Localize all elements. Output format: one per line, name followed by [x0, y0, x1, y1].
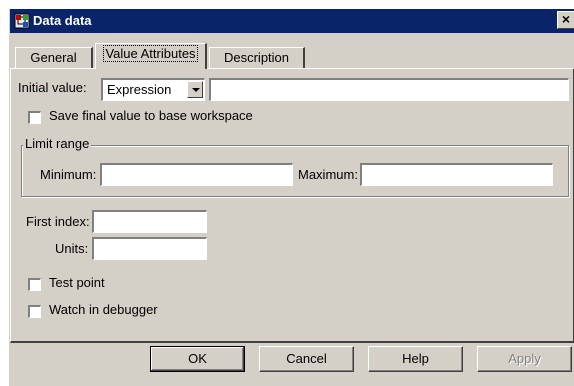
- minimum-label: Minimum:: [40, 167, 97, 182]
- ok-button[interactable]: OK: [150, 346, 245, 372]
- units-input[interactable]: [92, 237, 207, 260]
- initial-value-label: Initial value:: [18, 80, 87, 95]
- test-point-checkbox[interactable]: [28, 278, 41, 291]
- simulink-block-icon: [14, 13, 30, 29]
- initial-value-mode-select[interactable]: Expression: [101, 78, 205, 101]
- limit-range-title: Limit range: [23, 136, 92, 151]
- apply-button[interactable]: Apply: [477, 346, 572, 372]
- watch-debugger-checkbox[interactable]: [28, 305, 41, 318]
- maximum-label: Maximum:: [298, 167, 358, 182]
- tab-label: General: [30, 50, 77, 65]
- tab-description[interactable]: Description: [209, 47, 305, 69]
- maximum-input[interactable]: [360, 163, 553, 186]
- minimum-input[interactable]: [100, 163, 293, 186]
- watch-debugger-label: Watch in debugger: [49, 302, 158, 317]
- save-final-label: Save final value to base workspace: [49, 108, 253, 123]
- first-index-input[interactable]: [92, 210, 207, 233]
- window-title: Data data: [33, 13, 92, 28]
- title-bar[interactable]: Data data ×: [10, 9, 574, 33]
- initial-value-input[interactable]: [209, 78, 569, 101]
- chevron-down-icon[interactable]: [187, 81, 203, 98]
- save-final-checkbox[interactable]: [28, 111, 41, 124]
- cancel-button[interactable]: Cancel: [259, 346, 354, 372]
- close-icon[interactable]: ×: [557, 11, 574, 29]
- units-label: Units:: [55, 241, 89, 256]
- help-button[interactable]: Help: [368, 346, 463, 372]
- tab-general[interactable]: General: [15, 47, 93, 69]
- dialog-window: Data data × General Value Attributes Des…: [9, 9, 574, 386]
- select-value: Expression: [107, 82, 172, 97]
- tab-label: Value Attributes: [103, 45, 198, 62]
- test-point-label: Test point: [49, 275, 105, 290]
- tab-value-attributes[interactable]: Value Attributes: [95, 43, 207, 69]
- first-index-label: First index:: [26, 214, 90, 229]
- tab-label: Description: [223, 50, 290, 65]
